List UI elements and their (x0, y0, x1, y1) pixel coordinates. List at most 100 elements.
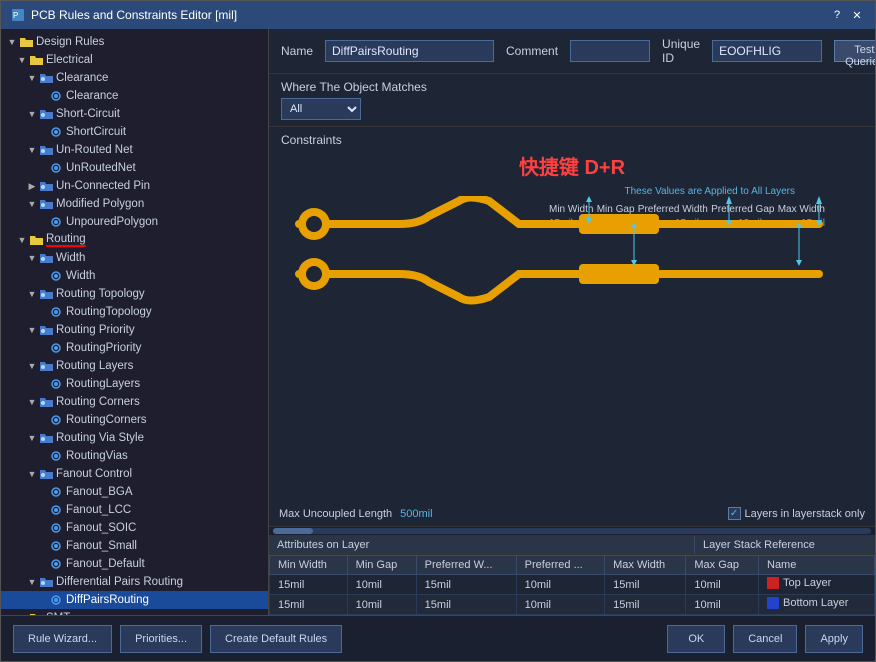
tree-item-21[interactable]: RoutingCorners (1, 411, 268, 429)
tree-item-23[interactable]: RoutingVias (1, 447, 268, 465)
expand-icon-3[interactable] (37, 91, 47, 101)
expand-icon-5[interactable] (37, 127, 47, 137)
tree-item-5[interactable]: ShortCircuit (1, 123, 268, 141)
cancel-button[interactable]: Cancel (733, 625, 797, 653)
expand-icon-2[interactable]: ▼ (27, 73, 37, 83)
expand-icon-27[interactable] (37, 523, 47, 533)
tree-label-18: Routing Layers (56, 360, 133, 372)
tree-item-13[interactable]: Width (1, 267, 268, 285)
tree-label-23: RoutingVias (66, 450, 128, 462)
rule-wizard-button[interactable]: Rule Wizard... (13, 625, 112, 653)
expand-icon-6[interactable]: ▼ (27, 145, 37, 155)
tree-item-26[interactable]: Fanout_LCC (1, 501, 268, 519)
tree-item-27[interactable]: Fanout_SOIC (1, 519, 268, 537)
bottom-bar: Rule Wizard... Priorities... Create Defa… (1, 615, 875, 661)
tree-item-20[interactable]: ▼Routing Corners (1, 393, 268, 411)
tree-item-30[interactable]: ▼Differential Pairs Routing (1, 573, 268, 591)
expand-icon-12[interactable]: ▼ (27, 253, 37, 263)
tree-item-19[interactable]: RoutingLayers (1, 375, 268, 393)
node-icon-7 (49, 161, 63, 175)
expand-icon-26[interactable] (37, 505, 47, 515)
expand-icon-8[interactable]: ▶ (27, 181, 37, 191)
name-label: Name (281, 44, 313, 58)
expand-icon-30[interactable]: ▼ (27, 577, 37, 587)
expand-icon-4[interactable]: ▼ (27, 109, 37, 119)
apply-button[interactable]: Apply (805, 625, 863, 653)
tree-item-14[interactable]: ▼Routing Topology (1, 285, 268, 303)
tree-item-6[interactable]: ▼ Un-Routed Net (1, 141, 268, 159)
help-button[interactable]: ? (829, 7, 845, 23)
expand-icon-29[interactable] (37, 559, 47, 569)
layers-checkbox[interactable]: ✓ (728, 507, 741, 520)
uid-label: Unique ID (662, 37, 700, 65)
name-input[interactable] (325, 40, 494, 62)
expand-icon-15[interactable] (37, 307, 47, 317)
expand-icon-0[interactable]: ▼ (7, 37, 17, 47)
expand-icon-11[interactable]: ▼ (17, 235, 27, 245)
where-dropdown[interactable]: All (281, 98, 361, 120)
tree-label-8: Un-Connected Pin (56, 180, 150, 192)
tree-item-1[interactable]: ▼Electrical (1, 51, 268, 69)
tree-item-12[interactable]: ▼Width (1, 249, 268, 267)
expand-icon-19[interactable] (37, 379, 47, 389)
tree-item-25[interactable]: Fanout_BGA (1, 483, 268, 501)
node-icon-28 (49, 539, 63, 553)
test-queries-button[interactable]: Test Queries (834, 40, 875, 62)
expand-icon-16[interactable]: ▼ (27, 325, 37, 335)
comment-input[interactable] (570, 40, 650, 62)
layer-stack-label: Layer Stack Reference (695, 536, 875, 554)
tree-item-16[interactable]: ▼Routing Priority (1, 321, 268, 339)
tree-item-18[interactable]: ▼ Routing Layers (1, 357, 268, 375)
cell-1-3: 10mil (516, 595, 604, 615)
ok-button[interactable]: OK (667, 625, 725, 653)
expand-icon-20[interactable]: ▼ (27, 397, 37, 407)
expand-icon-25[interactable] (37, 487, 47, 497)
table-header-row: Attributes on Layer Layer Stack Referenc… (269, 536, 875, 555)
tree-item-3[interactable]: Clearance (1, 87, 268, 105)
node-icon-8 (39, 179, 53, 193)
tree-item-31[interactable]: DiffPairsRouting (1, 591, 268, 609)
expand-icon-13[interactable] (37, 271, 47, 281)
expand-icon-28[interactable] (37, 541, 47, 551)
tree-item-8[interactable]: ▶ Un-Connected Pin (1, 177, 268, 195)
expand-icon-14[interactable]: ▼ (27, 289, 37, 299)
form-row: Name Comment Unique ID Test Queries (269, 29, 875, 74)
priorities-button[interactable]: Priorities... (120, 625, 202, 653)
tree-label-6: Un-Routed Net (56, 144, 133, 156)
expand-icon-24[interactable]: ▼ (27, 469, 37, 479)
expand-icon-7[interactable] (37, 163, 47, 173)
tree-item-4[interactable]: ▼Short-Circuit (1, 105, 268, 123)
tree-item-24[interactable]: ▼Fanout Control (1, 465, 268, 483)
expand-icon-17[interactable] (37, 343, 47, 353)
tree-label-15: RoutingTopology (66, 306, 152, 318)
tree-item-15[interactable]: RoutingTopology (1, 303, 268, 321)
tree-item-10[interactable]: UnpouredPolygon (1, 213, 268, 231)
node-icon-1 (29, 53, 43, 67)
expand-icon-22[interactable]: ▼ (27, 433, 37, 443)
expand-icon-21[interactable] (37, 415, 47, 425)
window-title: PCB Rules and Constraints Editor [mil] (31, 8, 237, 22)
tree-item-7[interactable]: UnRoutedNet (1, 159, 268, 177)
tree-item-22[interactable]: ▼Routing Via Style (1, 429, 268, 447)
uid-input[interactable] (712, 40, 822, 62)
cell-1-5: 10mil (686, 595, 759, 615)
create-default-button[interactable]: Create Default Rules (210, 625, 342, 653)
tree-item-11[interactable]: ▼Routing (1, 231, 268, 249)
expand-icon-1[interactable]: ▼ (17, 55, 27, 65)
expand-icon-31[interactable] (37, 595, 47, 605)
expand-icon-10[interactable] (37, 217, 47, 227)
expand-icon-23[interactable] (37, 451, 47, 461)
tree-item-2[interactable]: ▼Clearance (1, 69, 268, 87)
tree-item-29[interactable]: Fanout_Default (1, 555, 268, 573)
close-button[interactable]: ✕ (849, 7, 865, 23)
tree-item-9[interactable]: ▼Modified Polygon (1, 195, 268, 213)
tree-item-28[interactable]: Fanout_Small (1, 537, 268, 555)
node-icon-11 (29, 233, 43, 247)
tree-label-27: Fanout_SOIC (66, 522, 136, 534)
expand-icon-18[interactable]: ▼ (27, 361, 37, 371)
expand-icon-9[interactable]: ▼ (27, 199, 37, 209)
tree-item-17[interactable]: RoutingPriority (1, 339, 268, 357)
tree-item-0[interactable]: ▼Design Rules (1, 33, 268, 51)
constraints-section: Constraints 快捷键 D+R These Values are App… (269, 127, 875, 615)
node-icon-6 (39, 143, 53, 157)
